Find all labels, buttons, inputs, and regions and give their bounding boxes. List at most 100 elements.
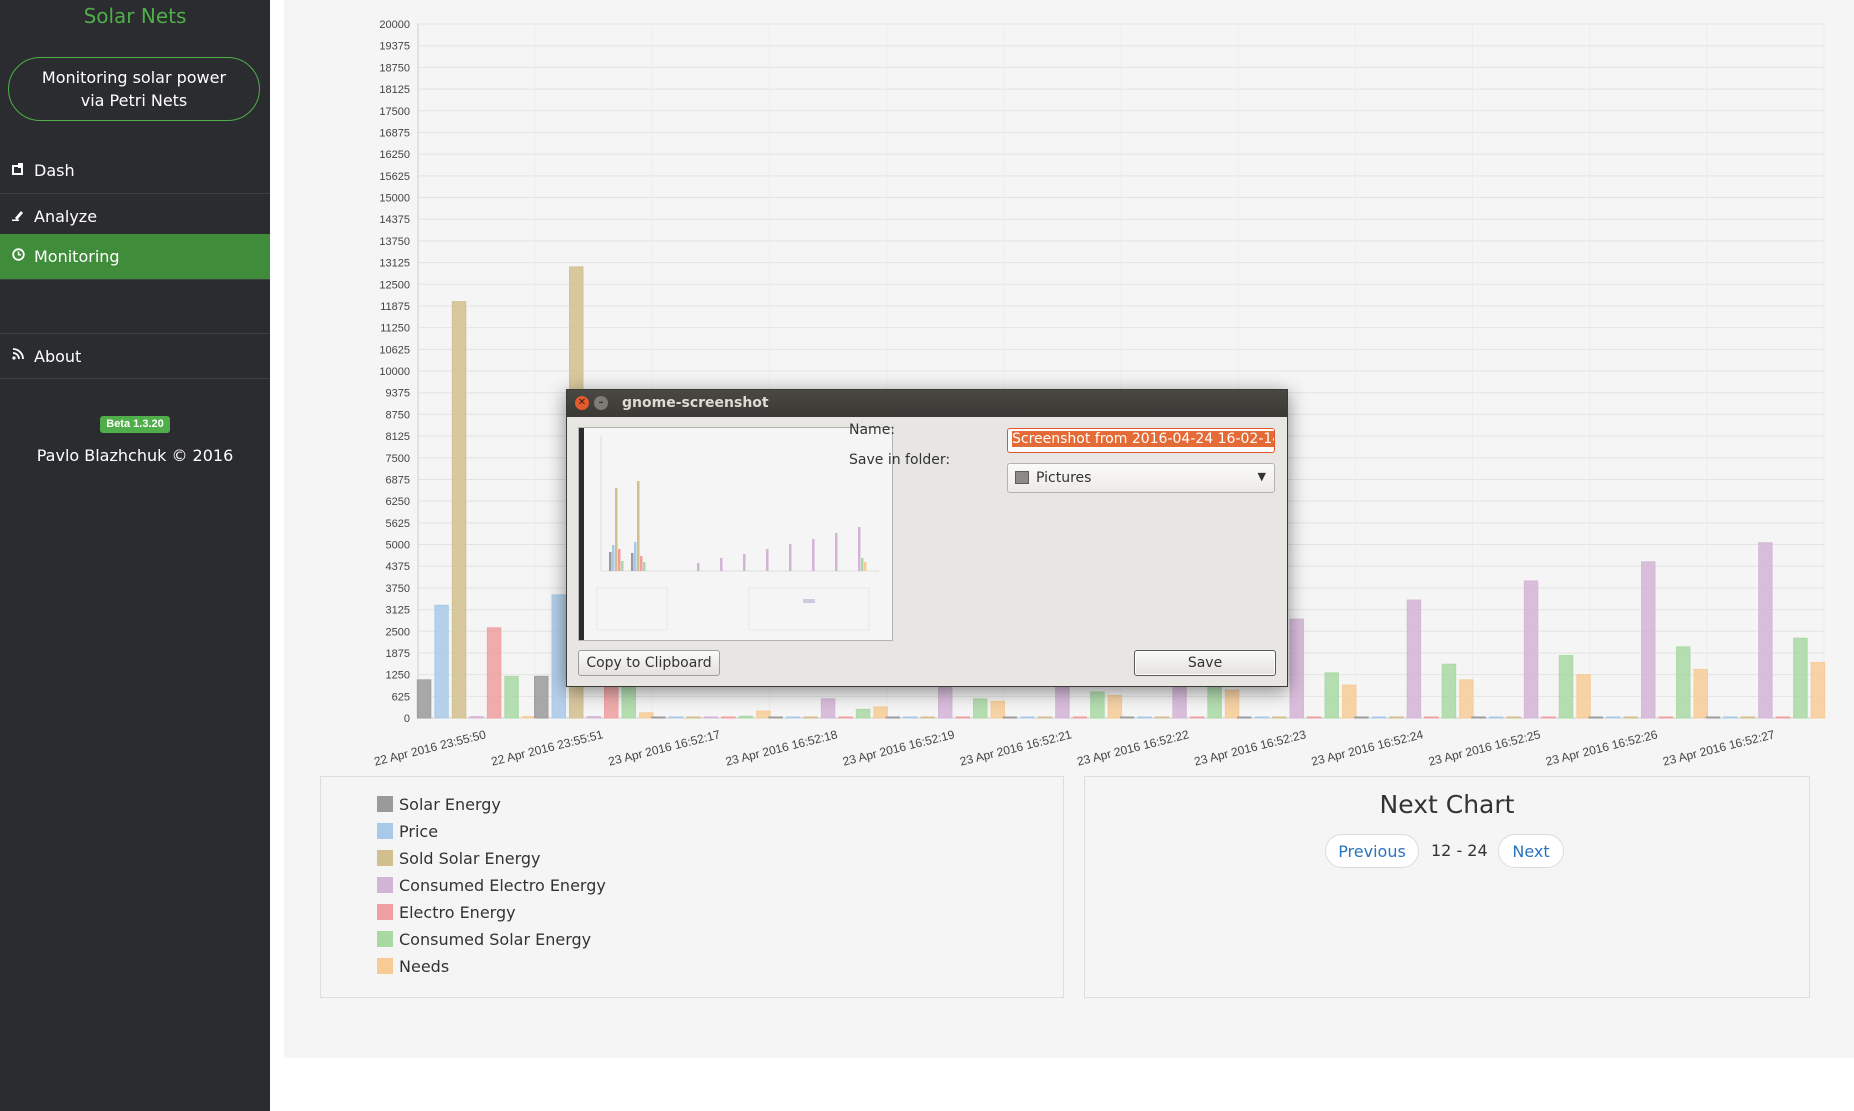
bar	[1523, 580, 1539, 719]
brand-title[interactable]: Solar Nets	[0, 4, 270, 28]
y-tick-label: 13750	[379, 236, 410, 248]
bar	[1207, 684, 1222, 719]
bar	[668, 716, 684, 719]
bar	[1623, 716, 1638, 719]
bar	[1775, 716, 1791, 719]
bar	[451, 301, 467, 719]
bar	[1307, 716, 1322, 719]
bar	[885, 716, 900, 719]
bar	[1558, 655, 1574, 719]
bar	[1090, 691, 1105, 719]
bar	[1342, 684, 1357, 719]
bar	[785, 716, 801, 719]
bar	[1641, 561, 1656, 719]
x-tick-label: 22 Apr 2016 23:55:50	[373, 727, 488, 768]
bar	[1119, 716, 1135, 719]
y-tick-label: 12500	[379, 279, 410, 291]
filename-input[interactable]: Screenshot from 2016-04-24 16-02-14.png	[1007, 428, 1275, 453]
previous-button[interactable]: Previous	[1325, 834, 1419, 868]
y-tick-label: 20000	[379, 19, 410, 31]
minimize-icon[interactable]: –	[594, 396, 608, 410]
x-tick-label: 22 Apr 2016 23:55:51	[490, 727, 605, 768]
legend-label: Needs	[399, 956, 450, 976]
sidebar-item-about[interactable]: About	[0, 333, 270, 379]
dialog-titlebar[interactable]: ✕ – gnome-screenshot	[567, 390, 1287, 417]
bar	[1471, 716, 1486, 719]
legend-label: Solar Energy	[399, 794, 501, 814]
y-tick-label: 1875	[386, 648, 410, 660]
legend-label: Consumed Electro Energy	[399, 875, 606, 895]
x-tick-label: 23 Apr 2016 16:52:23	[1193, 727, 1308, 768]
bar	[1676, 646, 1691, 719]
bar	[416, 679, 432, 719]
x-tick-label: 23 Apr 2016 16:52:19	[841, 727, 956, 768]
sidebar-item-label: Monitoring	[34, 247, 120, 266]
bar	[1506, 716, 1521, 719]
bar	[738, 715, 754, 719]
bar	[1488, 716, 1504, 719]
screenshot-preview	[578, 427, 893, 641]
legend-label: Sold Solar Energy	[399, 848, 541, 868]
copy-to-clipboard-button[interactable]: Copy to Clipboard	[578, 650, 720, 676]
save-folder-select[interactable]: Pictures ▼	[1007, 463, 1275, 493]
y-tick-label: 10625	[379, 344, 410, 356]
clock-icon	[2, 248, 34, 265]
sidebar: Solar Nets Monitoring solar power via Pe…	[0, 0, 270, 1111]
bar	[1107, 694, 1123, 719]
bar	[1541, 716, 1556, 719]
bar	[1793, 637, 1808, 719]
y-tick-label: 7500	[386, 453, 410, 465]
x-tick-label: 23 Apr 2016 16:52:18	[724, 727, 839, 768]
bar	[820, 698, 836, 719]
bar	[1441, 663, 1457, 719]
y-tick-label: 8125	[386, 431, 410, 443]
bar	[1237, 716, 1252, 719]
save-screenshot-dialog: ✕ – gnome-screenshot Name: Screenshot fr…	[566, 389, 1288, 687]
sidebar-item-dash[interactable]: Dash	[0, 148, 270, 194]
y-tick-label: 625	[392, 691, 410, 703]
legend-item: Price	[377, 821, 438, 841]
y-tick-label: 10000	[379, 366, 410, 378]
pictures-folder-icon	[1015, 471, 1029, 484]
sidebar-item-label: Dash	[34, 161, 75, 180]
y-tick-label: 3750	[386, 583, 410, 595]
rss-icon	[2, 348, 34, 364]
y-tick-label: 5000	[386, 540, 410, 552]
bar	[1002, 716, 1018, 719]
bar	[1723, 716, 1738, 719]
y-tick-label: 11875	[380, 301, 410, 313]
x-tick-label: 23 Apr 2016 16:52:25	[1427, 727, 1542, 768]
bar	[1224, 689, 1240, 719]
bar	[1354, 716, 1369, 719]
save-button[interactable]: Save	[1134, 650, 1276, 676]
legend-swatch	[377, 823, 393, 839]
legend-swatch	[377, 877, 393, 893]
bar	[1576, 674, 1591, 719]
legend-swatch	[377, 850, 393, 866]
bar	[920, 716, 935, 719]
bar	[1740, 716, 1756, 719]
copyright: Pavlo Blazhchuk © 2016	[36, 446, 234, 465]
bar	[1389, 716, 1404, 719]
y-tick-label: 3125	[386, 605, 410, 617]
x-tick-label: 23 Apr 2016 16:52:22	[1076, 727, 1191, 768]
legend-label: Electro Energy	[399, 902, 516, 922]
y-tick-label: 19375	[379, 41, 410, 53]
save-folder-value: Pictures	[1036, 470, 1092, 486]
y-tick-label: 17500	[379, 106, 410, 118]
next-button[interactable]: Next	[1498, 834, 1564, 868]
y-tick-label: 15000	[379, 193, 410, 205]
bar	[938, 686, 953, 719]
bar	[873, 706, 888, 719]
bar	[1020, 716, 1035, 719]
legend-item: Consumed Electro Energy	[377, 875, 606, 895]
bar	[486, 627, 502, 719]
legend-item: Solar Energy	[377, 794, 501, 814]
y-tick-label: 15625	[379, 171, 410, 183]
sidebar-item-label: About	[34, 346, 82, 366]
bar	[855, 708, 871, 719]
pager-title: Next Chart	[1379, 790, 1515, 819]
page-range: 12 - 24	[1431, 841, 1488, 860]
close-icon[interactable]: ✕	[575, 396, 589, 410]
sidebar-item-monitoring[interactable]: Monitoring	[0, 234, 270, 280]
